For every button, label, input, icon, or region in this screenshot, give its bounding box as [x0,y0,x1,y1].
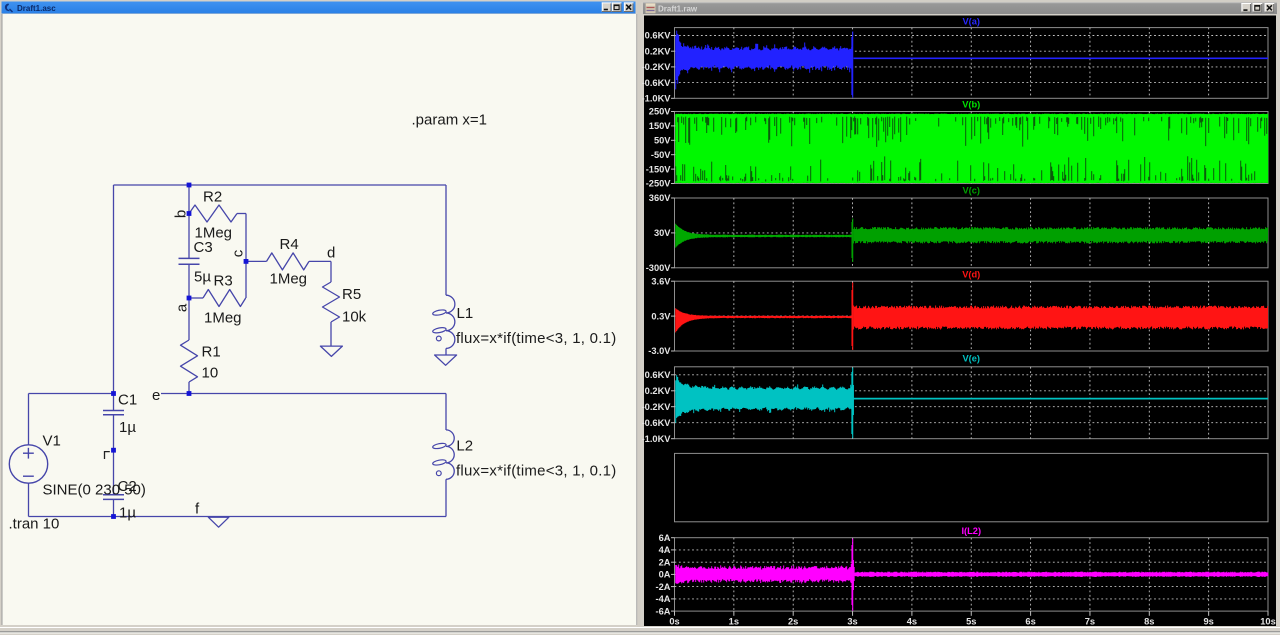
svg-text:30V: 30V [654,228,671,238]
svg-text:.param x=1: .param x=1 [412,112,487,129]
svg-text:0.6KV: 0.6KV [645,31,672,41]
svg-text:-150V: -150V [646,164,672,174]
svg-text:1µ: 1µ [119,505,136,522]
svg-text:V(c): V(c) [962,185,980,195]
svg-text:.tran 10: .tran 10 [9,516,60,533]
svg-text:e: e [152,387,160,404]
svg-text:L2: L2 [456,438,473,455]
svg-text:4A: 4A [659,545,671,555]
svg-text:L1: L1 [457,305,474,322]
svg-text:5µ: 5µ [194,269,211,286]
svg-text:6s: 6s [1025,616,1035,626]
svg-text:C2: C2 [118,478,137,495]
svg-text:-250V: -250V [646,179,672,189]
svg-text:-0.2KV: -0.2KV [642,62,672,72]
svg-text:R1: R1 [202,344,221,361]
svg-text:6A: 6A [659,533,671,543]
svg-text:-4A: -4A [656,594,671,604]
svg-text:I(L2): I(L2) [961,526,981,536]
svg-text:Draft1.asc: Draft1.asc [17,4,56,13]
svg-text:-0.6KV: -0.6KV [642,418,672,428]
svg-text:R2: R2 [203,189,222,206]
svg-text:2A: 2A [659,557,671,567]
svg-text:2s: 2s [788,616,798,626]
svg-text:V(b): V(b) [962,99,980,109]
svg-text:10: 10 [202,365,219,382]
svg-text:V(a): V(a) [962,16,980,26]
svg-text:0.6KV: 0.6KV [645,370,672,380]
svg-text:10s: 10s [1260,616,1276,626]
svg-text:50V: 50V [654,136,671,146]
svg-text:250V: 250V [649,107,672,117]
svg-text:-1.0KV: -1.0KV [642,434,672,444]
svg-text:0A: 0A [659,570,671,580]
svg-text:a: a [174,303,191,312]
svg-text:V1: V1 [43,433,61,450]
svg-text:10k: 10k [342,309,367,326]
svg-text:0.2KV: 0.2KV [645,46,672,56]
svg-text:C3: C3 [194,239,213,256]
svg-text:flux=x*if(time<3, 1, 0.1): flux=x*if(time<3, 1, 0.1) [456,463,616,480]
svg-text:-3.0V: -3.0V [648,346,671,356]
svg-text:c: c [230,249,247,257]
svg-text:d: d [327,245,335,262]
svg-text:R3: R3 [214,273,233,290]
svg-text:5s: 5s [966,616,976,626]
svg-text:3.6V: 3.6V [651,276,671,286]
svg-text:1Meg: 1Meg [204,310,242,327]
svg-text:flux=x*if(time<3, 1, 0.1): flux=x*if(time<3, 1, 0.1) [456,330,616,347]
svg-text:Draft1.raw: Draft1.raw [658,4,698,13]
svg-text:R5: R5 [342,286,361,303]
svg-text:0.3V: 0.3V [651,311,671,321]
svg-text:9s: 9s [1203,616,1213,626]
svg-text:-300V: -300V [646,263,672,273]
svg-text:0.2KV: 0.2KV [645,386,672,396]
svg-text:-6A: -6A [656,606,671,616]
svg-text:-0.2KV: -0.2KV [642,402,672,412]
svg-text:-2A: -2A [656,582,671,592]
svg-text:1µ: 1µ [119,419,136,436]
svg-text:150V: 150V [649,121,672,131]
svg-text:1Meg: 1Meg [270,271,308,288]
svg-text:-1.0KV: -1.0KV [642,94,672,104]
svg-text:V(d): V(d) [962,269,980,279]
svg-text:-0.6KV: -0.6KV [642,78,672,88]
svg-text:b: b [173,210,190,218]
svg-text:8s: 8s [1144,616,1154,626]
svg-text:360V: 360V [649,193,672,203]
svg-text:7s: 7s [1085,616,1095,626]
svg-text:-50V: -50V [651,150,671,160]
svg-text:4s: 4s [907,616,917,626]
svg-text:C1: C1 [118,392,137,409]
svg-text:R4: R4 [280,236,299,253]
svg-text:3s: 3s [847,616,857,626]
svg-text:1s: 1s [729,616,739,626]
svg-text:0s: 0s [669,616,679,626]
svg-text:V(e): V(e) [962,353,980,363]
